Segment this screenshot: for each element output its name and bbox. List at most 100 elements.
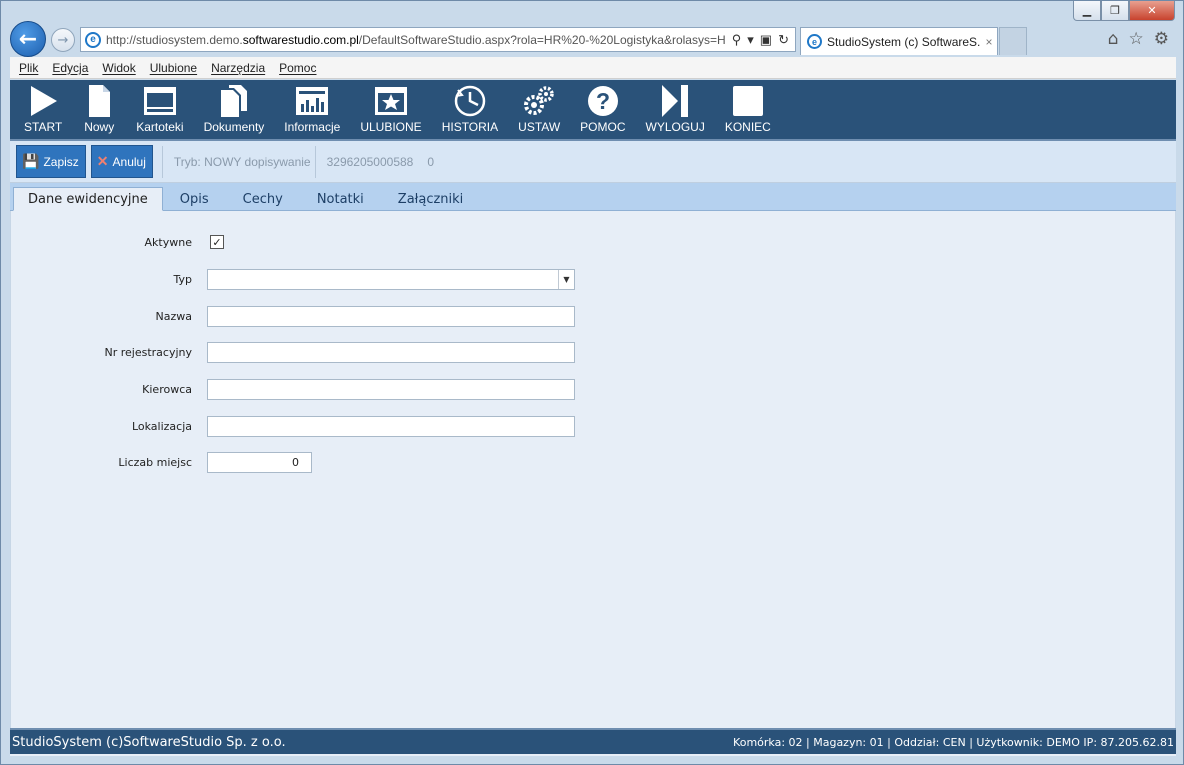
window-caption-buttons: ▁ ❐ ✕ (1073, 1, 1175, 21)
nr-rejestracyjny-input[interactable] (207, 342, 575, 363)
toolbar-dokumenty-button[interactable]: Dokumenty (194, 84, 275, 134)
status-copyright: StudioSystem (c)SoftwareStudio Sp. z o.o… (12, 734, 286, 750)
minimize-icon[interactable]: ▁ (1073, 1, 1101, 21)
lokalizacja-input[interactable] (207, 416, 575, 437)
close-window-icon[interactable]: ✕ (1129, 1, 1175, 21)
floppy-disk-icon: 💾 (22, 153, 40, 169)
help-question-icon: ? (587, 86, 618, 116)
play-icon (31, 86, 58, 116)
tab-ie-icon: e (807, 34, 822, 49)
gears-icon (524, 86, 554, 115)
toolbar-koniec-button[interactable]: KONIEC (715, 84, 781, 134)
toolbar-pomoc-button[interactable]: ? POMOC (570, 84, 635, 134)
back-arrow-icon[interactable]: ← (10, 21, 46, 57)
checkmark-icon: ✓ (212, 235, 222, 249)
window-icon (143, 87, 176, 115)
svg-text:?: ? (596, 88, 610, 114)
dropdown-arrow-icon[interactable]: ▾ (747, 32, 754, 48)
form-tabs: Dane ewidencyjne Opis Cechy Notatki Załą… (10, 183, 1176, 211)
divider (161, 145, 163, 178)
typ-label: Typ (173, 273, 193, 286)
search-icon[interactable]: ⚲ (732, 32, 742, 48)
mode-text: Tryb: NOWY dopisywanie (173, 154, 311, 169)
tab-title: StudioSystem (c) SoftwareS... (827, 34, 981, 49)
stop-square-icon (732, 86, 763, 116)
typ-select[interactable]: ▼ (207, 269, 575, 290)
liczba-miejsc-label: Liczab miejsc (118, 456, 192, 469)
menu-edycja[interactable]: Edycja (45, 61, 95, 75)
menu-plik[interactable]: Plik (12, 61, 45, 75)
browser-icons: ⌂ ☆ ⚙ (1108, 29, 1169, 49)
menu-ulubione[interactable]: Ulubione (143, 61, 204, 75)
record-number: 0 (427, 154, 435, 169)
tab-opis[interactable]: Opis (163, 188, 226, 210)
maximize-icon[interactable]: ❐ (1101, 1, 1129, 21)
browser-window: ▁ ❐ ✕ ← → e http://studiosystem.demo.sof… (0, 0, 1184, 765)
chart-icon (296, 87, 329, 115)
nazwa-label: Nazwa (155, 310, 192, 323)
toolbar-historia-button[interactable]: HISTORIA (432, 84, 508, 134)
app-container: START Nowy Kartoteki Dokumenty Informacj… (10, 80, 1176, 756)
refresh-icon[interactable]: ↻ (778, 32, 789, 48)
main-toolbar: START Nowy Kartoteki Dokumenty Informacj… (10, 80, 1176, 141)
documents-icon (220, 85, 247, 117)
toolbar-nowy-button[interactable]: Nowy (72, 84, 126, 134)
save-button[interactable]: 💾 Zapisz (16, 145, 86, 178)
compat-view-icon[interactable]: ▣ (760, 32, 772, 48)
browser-tab[interactable]: e StudioSystem (c) SoftwareS... × (800, 27, 998, 55)
kierowca-input[interactable] (207, 379, 575, 400)
action-bar: 💾 Zapisz ✕ Anuluj Tryb: NOWY dopisywanie… (10, 141, 1176, 183)
forward-arrow-icon[interactable]: → (51, 28, 75, 52)
toolbar-ustaw-button[interactable]: USTAW (508, 84, 570, 134)
ie-page-icon: e (85, 31, 101, 48)
liczba-miejsc-input[interactable]: 0 (207, 452, 312, 473)
address-bar[interactable]: e http://studiosystem.demo.softwarestudi… (80, 27, 796, 52)
aktywne-checkbox[interactable]: ✓ (210, 235, 224, 249)
status-session-info: Komórka: 02 | Magazyn: 01 | Oddział: CEN… (733, 735, 1174, 749)
star-window-icon (375, 87, 407, 115)
row-aktywne: Aktywne ✓ (11, 235, 224, 249)
tab-dane-ewidencyjne[interactable]: Dane ewidencyjne (13, 187, 163, 211)
menu-pomoc[interactable]: Pomoc (272, 61, 323, 75)
new-tab-button[interactable] (999, 27, 1027, 55)
lokalizacja-label: Lokalizacja (131, 420, 192, 433)
logout-icon (662, 85, 689, 117)
toolbar-wyloguj-button[interactable]: WYLOGUJ (636, 84, 715, 134)
status-bar: StudioSystem (c)SoftwareStudio Sp. z o.o… (10, 728, 1176, 754)
nazwa-input[interactable] (207, 306, 575, 327)
tab-notatki[interactable]: Notatki (300, 188, 381, 210)
toolbar-ulubione-button[interactable]: ULUBIONE (350, 84, 431, 134)
row-nazwa: Nazwa (11, 306, 575, 327)
row-lokalizacja: Lokalizacja (11, 416, 575, 437)
record-id: 3296205000588 (326, 154, 414, 169)
menu-bar: Plik Edycja Widok Ulubione Narzędzia Pom… (10, 57, 1176, 79)
toolbar-kartoteki-button[interactable]: Kartoteki (126, 84, 193, 134)
aktywne-label: Aktywne (144, 235, 192, 249)
tab-zalaczniki[interactable]: Załączniki (381, 188, 481, 210)
row-typ: Typ ▼ (11, 269, 575, 290)
menu-narzedzia[interactable]: Narzędzia (204, 61, 272, 75)
toolbar-start-button[interactable]: START (14, 84, 72, 134)
row-nr-rejestracyjny: Nr rejestracyjny (11, 342, 575, 363)
cancel-x-icon: ✕ (96, 153, 109, 169)
row-liczba-miejsc: Liczab miejsc 0 (11, 452, 312, 473)
history-clock-icon (454, 85, 486, 117)
divider (314, 145, 316, 178)
url-text[interactable]: http://studiosystem.demo.softwarestudio.… (106, 33, 726, 47)
new-document-icon (89, 85, 111, 117)
form-panel: Aktywne ✓ Typ ▼ Nazwa Nr rejestracyjny K… (10, 211, 1176, 730)
browser-nav-row: ← → e http://studiosystem.demo.softwares… (1, 21, 1183, 57)
tab-cechy[interactable]: Cechy (226, 188, 300, 210)
cancel-button[interactable]: ✕ Anuluj (90, 145, 153, 178)
row-kierowca: Kierowca (11, 379, 575, 400)
nr-rejestracyjny-label: Nr rejestracyjny (104, 346, 192, 359)
settings-gear-icon[interactable]: ⚙ (1154, 29, 1169, 49)
address-tools: ⚲ ▾ ▣ ↻ (726, 32, 795, 48)
favorites-star-icon[interactable]: ☆ (1129, 29, 1144, 49)
home-icon[interactable]: ⌂ (1108, 29, 1119, 49)
menu-widok[interactable]: Widok (95, 61, 142, 75)
kierowca-label: Kierowca (142, 383, 192, 396)
toolbar-informacje-button[interactable]: Informacje (274, 84, 350, 134)
chevron-down-icon[interactable]: ▼ (558, 270, 574, 289)
tab-close-icon[interactable]: × (981, 35, 997, 49)
